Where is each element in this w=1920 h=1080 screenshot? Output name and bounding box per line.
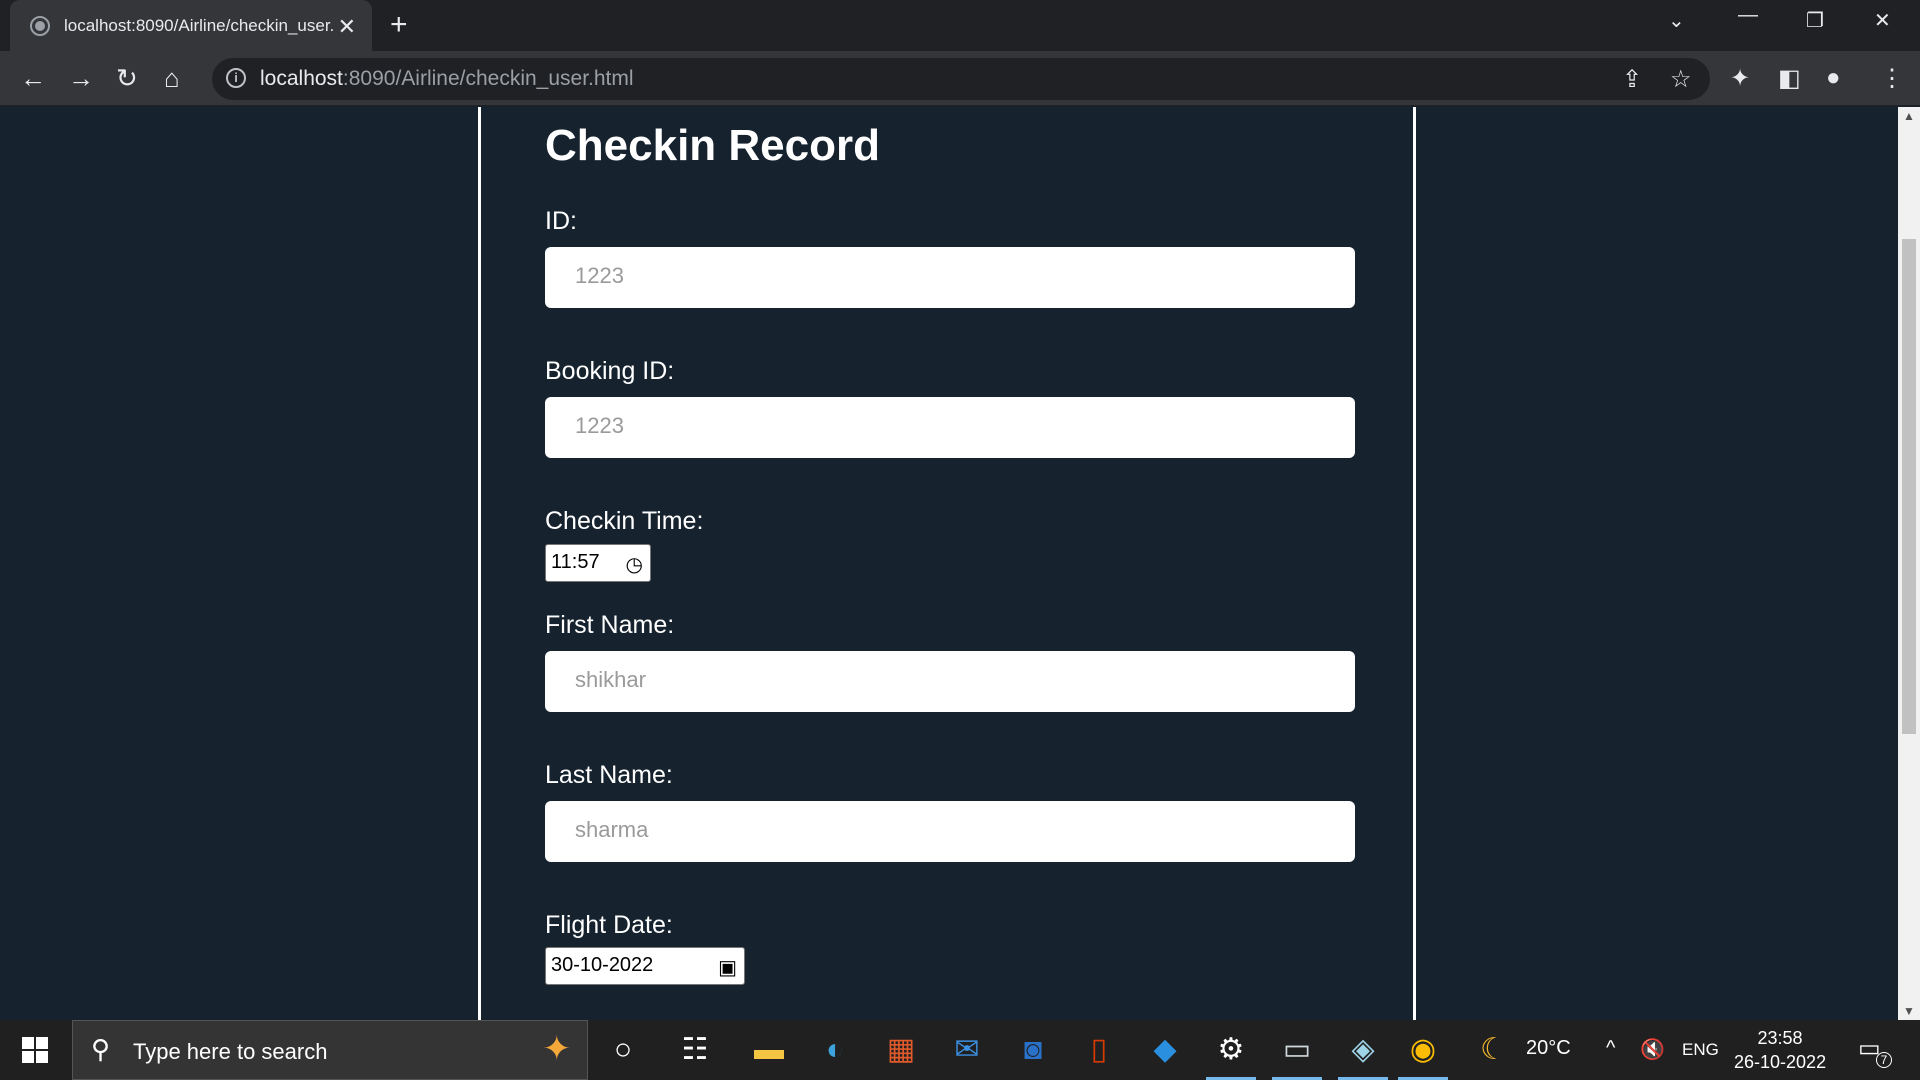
calendar-icon[interactable]: ▣ — [718, 955, 737, 980]
page-scrollbar[interactable]: ▲ ▼ — [1898, 107, 1920, 1020]
id-input[interactable]: 1223 — [545, 247, 1355, 308]
restore-button[interactable]: ❐ — [1806, 8, 1824, 33]
weather-moon-icon[interactable]: ☾ — [1480, 1032, 1507, 1067]
url-text: localhost:8090/Airline/checkin_user.html — [260, 67, 634, 90]
first-name-input[interactable]: shikhar — [545, 651, 1355, 712]
chrome-icon[interactable]: ◉ — [1398, 1032, 1448, 1080]
outlook-icon[interactable]: ◙ — [1014, 1032, 1052, 1068]
taskbar-search-box[interactable]: ⚲ Type here to search ✦ — [72, 1020, 588, 1080]
page-viewport: Checkin Record ID: 1223 Booking ID: 1223… — [0, 107, 1898, 1020]
last-name-input[interactable]: sharma — [545, 801, 1355, 862]
edge-icon[interactable]: ◐ — [816, 1032, 854, 1068]
volume-muted-icon[interactable]: 🔇 — [1640, 1037, 1665, 1062]
globe-icon — [30, 15, 50, 36]
checkin-time-value: 11:57 — [551, 551, 600, 573]
office-icon[interactable]: ▯ — [1080, 1032, 1118, 1068]
reload-button[interactable]: ↻ — [116, 63, 138, 93]
system-clock[interactable]: 23:58 26-10-2022 — [1734, 1026, 1826, 1074]
forward-button[interactable]: → — [68, 63, 94, 93]
new-tab-button[interactable]: + — [390, 8, 408, 42]
scroll-down-arrow-icon[interactable]: ▼ — [1903, 1004, 1915, 1018]
mail-icon[interactable]: ✉ — [948, 1032, 986, 1068]
notification-count-badge: 7 — [1876, 1052, 1892, 1068]
tab-strip: localhost:8090/Airline/checkin_user.html… — [0, 0, 1920, 51]
back-button[interactable]: ← — [20, 63, 46, 93]
settings-gear-icon[interactable]: ⚙ — [1206, 1032, 1256, 1080]
tab-title: localhost:8090/Airline/checkin_user.html — [64, 15, 334, 35]
mysql-icon[interactable]: ▭ — [1272, 1032, 1322, 1080]
address-bar[interactable]: i localhost:8090/Airline/checkin_user.ht… — [212, 58, 1710, 100]
profile-avatar-icon[interactable]: ● — [1826, 64, 1841, 92]
flight-date-value: 30-10-2022 — [551, 954, 654, 976]
extensions-icon[interactable]: ✦ — [1730, 64, 1750, 93]
checkin-time-label: Checkin Time: — [545, 507, 704, 535]
close-window-button[interactable]: ✕ — [1874, 8, 1891, 33]
info-icon[interactable]: i — [226, 68, 246, 88]
show-hidden-icons-chevron-up-icon[interactable]: ^ — [1606, 1037, 1615, 1060]
booking-id-input[interactable]: 1223 — [545, 397, 1355, 458]
page-title: Checkin Record — [545, 121, 880, 170]
scrollbar-thumb[interactable] — [1902, 239, 1916, 734]
search-highlight-icon: ✦ — [542, 1030, 572, 1068]
side-panel-icon[interactable]: ◧ — [1778, 64, 1801, 93]
toolbar: ← → ↻ ⌂ i localhost:8090/Airline/checkin… — [0, 51, 1920, 106]
clock-date: 26-10-2022 — [1734, 1052, 1827, 1072]
checkin-time-input[interactable]: 11:57 ◷ — [545, 544, 651, 582]
last-name-label: Last Name: — [545, 761, 673, 789]
first-name-label: First Name: — [545, 611, 675, 639]
input-language[interactable]: ENG — [1682, 1040, 1719, 1060]
flight-date-label: Flight Date: — [545, 911, 673, 939]
clock-time: 23:58 — [1757, 1028, 1803, 1048]
flight-date-input[interactable]: 30-10-2022 ▣ — [545, 947, 745, 985]
search-icon: ⚲ — [91, 1034, 111, 1064]
menu-icon[interactable]: ⋮ — [1880, 64, 1904, 93]
notepad-icon[interactable]: ◈ — [1338, 1032, 1388, 1080]
windows-taskbar: ⚲ Type here to search ✦ ○ ☷ ▬ ◐ ▦ ✉ ◙ ▯ … — [0, 1020, 1920, 1080]
close-tab-icon[interactable]: ✕ — [338, 14, 356, 40]
clock-icon[interactable]: ◷ — [626, 552, 643, 577]
windows-start-icon[interactable] — [22, 1037, 48, 1063]
taskbar-search-placeholder: Type here to search — [133, 1039, 328, 1064]
weather-temperature[interactable]: 20°C — [1526, 1037, 1571, 1060]
scroll-up-arrow-icon[interactable]: ▲ — [1903, 109, 1915, 123]
task-view-icon[interactable]: ☷ — [676, 1032, 714, 1068]
minimize-button[interactable]: — — [1738, 4, 1758, 27]
file-explorer-icon[interactable]: ▬ — [750, 1032, 788, 1068]
cortana-icon[interactable]: ○ — [604, 1032, 642, 1068]
home-icon[interactable]: ⌂ — [164, 63, 180, 93]
checkin-form-panel: Checkin Record ID: 1223 Booking ID: 1223… — [478, 107, 1416, 1020]
id-label: ID: — [545, 207, 577, 235]
microsoft-store-icon[interactable]: ▦ — [882, 1032, 920, 1068]
tab-search-icon[interactable]: ⌄ — [1668, 8, 1685, 33]
bookmark-star-icon[interactable]: ☆ — [1670, 65, 1692, 94]
share-icon[interactable]: ⇪ — [1622, 65, 1642, 94]
browser-tab[interactable]: localhost:8090/Airline/checkin_user.html… — [10, 0, 372, 51]
booking-id-label: Booking ID: — [545, 357, 675, 385]
vscode-icon[interactable]: ◆ — [1146, 1032, 1184, 1068]
